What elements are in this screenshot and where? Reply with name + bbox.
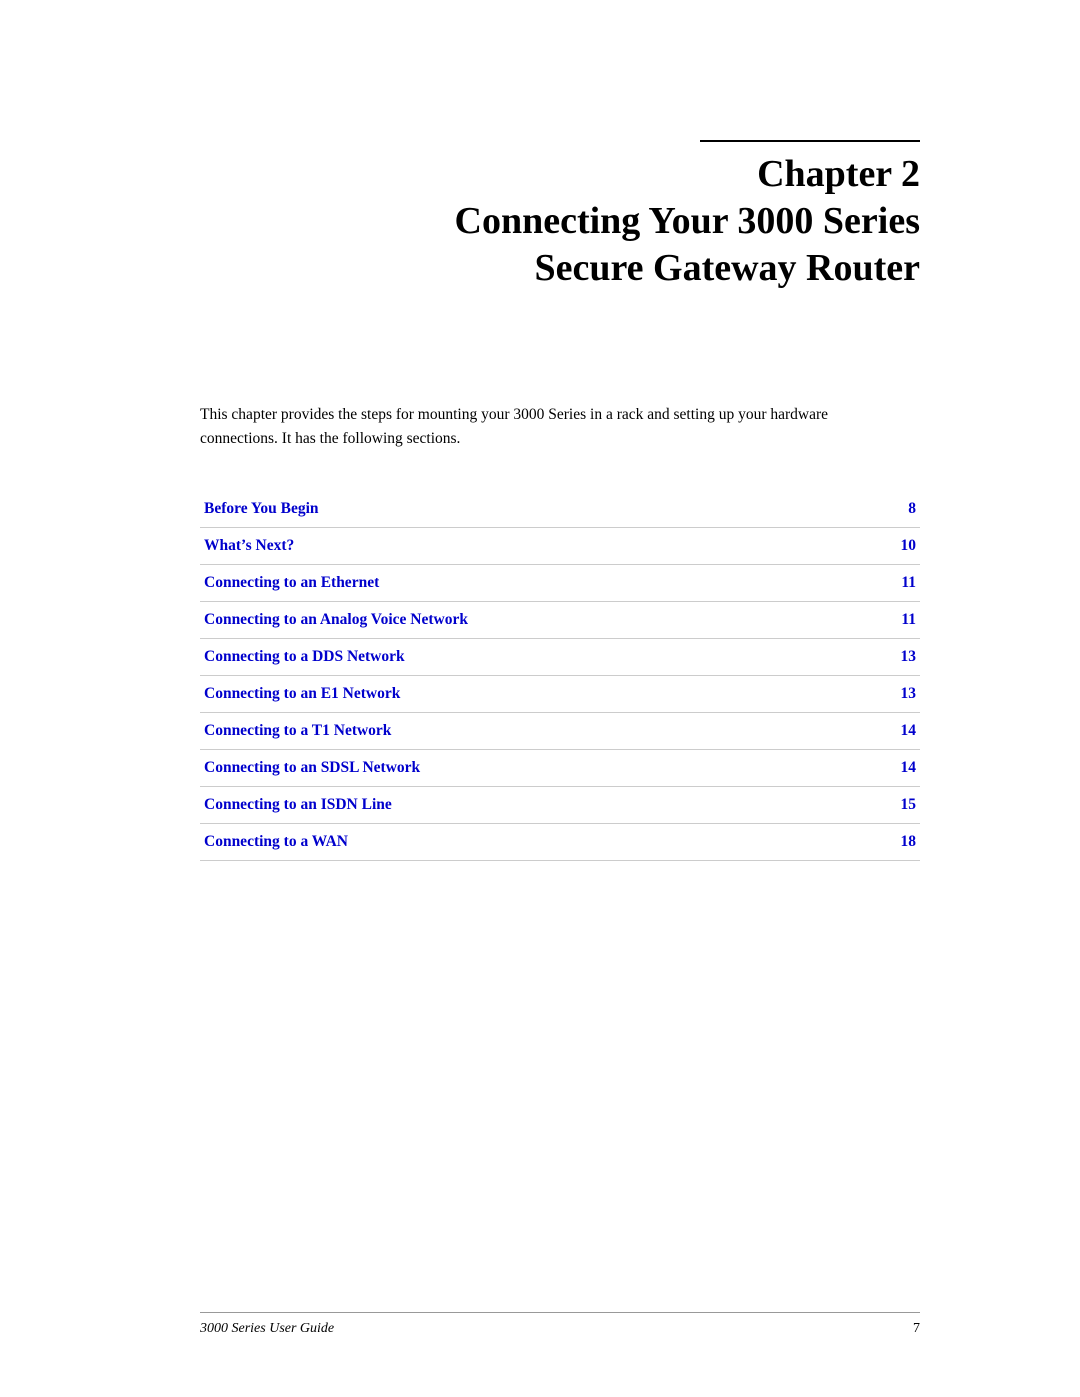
footer-guide-name: 3000 Series User Guide <box>200 1321 334 1337</box>
toc-row[interactable]: Before You Begin8 <box>200 491 920 528</box>
chapter-header: Chapter 2 Connecting Your 3000 Series Se… <box>200 140 920 293</box>
toc-link-label[interactable]: Connecting to an Ethernet <box>200 564 880 601</box>
toc-table: Before You Begin8What’s Next?10Connectin… <box>200 491 920 861</box>
intro-text: This chapter provides the steps for moun… <box>200 403 880 451</box>
toc-row[interactable]: Connecting to an SDSL Network14 <box>200 749 920 786</box>
toc-row[interactable]: Connecting to an Ethernet11 <box>200 564 920 601</box>
toc-row[interactable]: What’s Next?10 <box>200 527 920 564</box>
toc-link-label[interactable]: Connecting to a DDS Network <box>200 638 880 675</box>
toc-page-number: 8 <box>880 491 920 528</box>
toc-link-label[interactable]: Connecting to an SDSL Network <box>200 749 880 786</box>
toc-row[interactable]: Connecting to an Analog Voice Network11 <box>200 601 920 638</box>
toc-link-label[interactable]: What’s Next? <box>200 527 880 564</box>
toc-page-number: 11 <box>880 564 920 601</box>
toc-page-number: 15 <box>880 786 920 823</box>
toc-row[interactable]: Connecting to a DDS Network13 <box>200 638 920 675</box>
toc-page-number: 10 <box>880 527 920 564</box>
toc-page-number: 13 <box>880 638 920 675</box>
toc-row[interactable]: Connecting to an E1 Network13 <box>200 675 920 712</box>
toc-row[interactable]: Connecting to an ISDN Line15 <box>200 786 920 823</box>
page-footer: 3000 Series User Guide 7 <box>200 1312 920 1337</box>
toc-link-label[interactable]: Before You Begin <box>200 491 880 528</box>
toc-row[interactable]: Connecting to a WAN18 <box>200 823 920 860</box>
toc-row[interactable]: Connecting to a T1 Network14 <box>200 712 920 749</box>
chapter-rule <box>700 140 920 142</box>
chapter-subtitle-line1: Connecting Your 3000 Series <box>200 198 920 246</box>
page: Chapter 2 Connecting Your 3000 Series Se… <box>0 0 1080 1397</box>
toc-page-number: 14 <box>880 712 920 749</box>
toc-page-number: 11 <box>880 601 920 638</box>
toc-page-number: 14 <box>880 749 920 786</box>
toc-page-number: 13 <box>880 675 920 712</box>
footer-page-number: 7 <box>913 1321 920 1337</box>
toc-page-number: 18 <box>880 823 920 860</box>
toc-link-label[interactable]: Connecting to an ISDN Line <box>200 786 880 823</box>
toc-link-label[interactable]: Connecting to an E1 Network <box>200 675 880 712</box>
toc-link-label[interactable]: Connecting to a T1 Network <box>200 712 880 749</box>
toc-link-label[interactable]: Connecting to a WAN <box>200 823 880 860</box>
chapter-subtitle-line2: Secure Gateway Router <box>200 245 920 293</box>
toc-link-label[interactable]: Connecting to an Analog Voice Network <box>200 601 880 638</box>
chapter-title: Chapter 2 <box>200 152 920 198</box>
